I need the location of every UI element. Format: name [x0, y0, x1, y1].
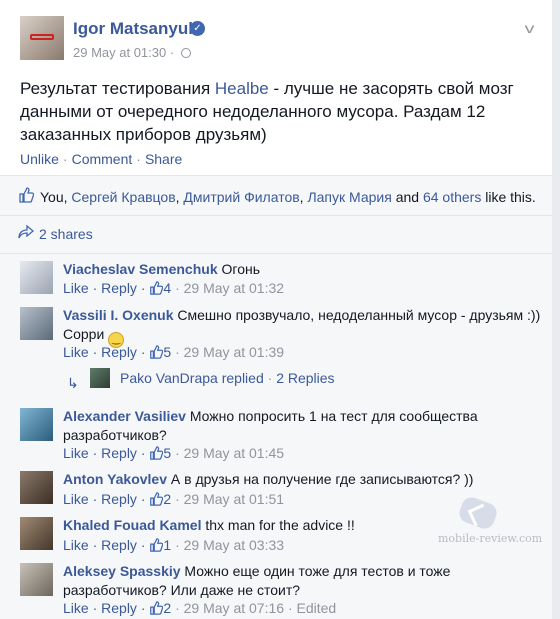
- comment-text: thx man for the advice !!: [205, 517, 355, 533]
- comment-avatar[interactable]: [20, 517, 53, 550]
- comment-text: Огонь: [221, 261, 261, 277]
- comment-like-button[interactable]: Like: [63, 600, 89, 616]
- likes-suffix: like this.: [485, 189, 536, 205]
- comment-body: Aleksey Spasskiy Можно еще один тоже для…: [63, 562, 483, 600]
- verified-badge-icon: ✓: [190, 21, 205, 36]
- comment-time[interactable]: 29 May at 07:16: [184, 600, 284, 616]
- replied-label: replied: [221, 370, 264, 386]
- thumbs-up-icon: [150, 345, 164, 359]
- reply-summary[interactable]: Pako VanDrapa replied · 2 Replies: [120, 370, 335, 386]
- commenter-name[interactable]: Aleksey Spasskiy: [63, 563, 181, 579]
- likes-you: You: [40, 189, 64, 205]
- thumbs-up-icon: [150, 446, 164, 460]
- thumbs-up-icon: [150, 281, 164, 295]
- comment-meta: Like · Reply · 5 · 29 May at 01:39: [63, 344, 285, 360]
- chevron-down-icon[interactable]: v: [525, 20, 535, 36]
- comment-time[interactable]: 29 May at 03:33: [184, 537, 284, 553]
- unlike-button[interactable]: Unlike: [20, 151, 59, 167]
- comment-button[interactable]: Comment: [72, 151, 133, 167]
- liker-link[interactable]: Дмитрий Филатов: [183, 189, 299, 205]
- comment-avatar[interactable]: [20, 408, 53, 441]
- post-actions: Unlike · Comment · Share: [20, 151, 182, 167]
- comment-reply-button[interactable]: Reply: [101, 445, 137, 461]
- replier-name[interactable]: Pako VanDrapa: [120, 370, 218, 386]
- post-date[interactable]: 29 May at 01:30: [73, 45, 166, 60]
- globe-icon: [180, 48, 191, 58]
- thumbs-up-icon: [150, 538, 164, 552]
- comment-like-button[interactable]: Like: [63, 445, 89, 461]
- separator: ·: [136, 151, 141, 167]
- author-name[interactable]: Igor Matsanyuk: [73, 19, 198, 39]
- post-text-part: Результат тестирования: [20, 79, 215, 98]
- watermark-text: mobile-review.com: [438, 532, 543, 545]
- comment-body: Vassili I. Oxenuk Смешно прозвучало, нед…: [63, 306, 543, 348]
- comment-like-count[interactable]: 2: [163, 491, 171, 507]
- post-text: Результат тестирования Healbe - лучше не…: [20, 77, 540, 146]
- commenter-name[interactable]: Alexander Vasiliev: [63, 408, 186, 424]
- comment-body: Alexander Vasiliev Можно попросить 1 на …: [63, 407, 483, 445]
- comment-text: А в друзья на получение где записываются…: [170, 471, 474, 487]
- post-date-line: 29 May at 01:30 ·: [73, 45, 191, 60]
- comment-reply-button[interactable]: Reply: [101, 600, 137, 616]
- comment-like-button[interactable]: Like: [63, 537, 89, 553]
- likes-and: and: [395, 189, 420, 205]
- comment-like-button[interactable]: Like: [63, 280, 89, 296]
- replies-count-link[interactable]: 2 Replies: [276, 370, 334, 386]
- comment-avatar[interactable]: [20, 261, 53, 294]
- comment-time[interactable]: 29 May at 01:45: [184, 445, 284, 461]
- date-separator: ·: [169, 45, 175, 60]
- comment-like-button[interactable]: Like: [63, 344, 89, 360]
- liker-link[interactable]: Лапук Мария: [307, 189, 391, 205]
- share-icon: [18, 224, 34, 239]
- author-avatar[interactable]: [20, 16, 64, 60]
- reply-arrow-icon: ↳: [67, 375, 79, 391]
- comment-like-count[interactable]: 5: [163, 445, 171, 461]
- comment-avatar[interactable]: [20, 471, 53, 504]
- shares-link[interactable]: 2 shares: [39, 226, 93, 242]
- comment-body: Viacheslav Semenchuk Огонь: [63, 260, 533, 279]
- comment-meta: Like · Reply · 4 · 29 May at 01:32: [63, 280, 285, 296]
- comment-time[interactable]: 29 May at 01:32: [184, 280, 284, 296]
- commenter-name[interactable]: Anton Yakovlev: [63, 471, 167, 487]
- liker-link[interactable]: Сергей Кравцов: [71, 189, 175, 205]
- post-card: Igor Matsanyuk ✓ 29 May at 01:30 · v Рез…: [0, 0, 552, 176]
- comment-like-count[interactable]: 5: [163, 344, 171, 360]
- comment-like-count[interactable]: 1: [163, 537, 171, 553]
- comment-avatar[interactable]: [20, 307, 53, 340]
- commenter-name[interactable]: Vassili I. Oxenuk: [63, 307, 174, 323]
- likes-summary: You, Сергей Кравцов, Дмитрий Филатов, Ла…: [40, 189, 536, 205]
- thumbs-up-icon: [19, 187, 34, 203]
- comment-reply-button[interactable]: Reply: [101, 537, 137, 553]
- comment-reply-button[interactable]: Reply: [101, 491, 137, 507]
- reply-avatar[interactable]: [90, 368, 110, 388]
- separator: ·: [62, 151, 68, 167]
- comment-meta: Like · Reply · 1 · 29 May at 03:33: [63, 537, 285, 553]
- healbe-link[interactable]: Healbe: [215, 79, 269, 98]
- edited-label[interactable]: Edited: [297, 600, 337, 616]
- separator: ·: [267, 370, 273, 386]
- comment-reply-button[interactable]: Reply: [101, 344, 137, 360]
- comment-avatar[interactable]: [20, 563, 53, 596]
- comment-body: Anton Yakovlev А в друзья на получение г…: [63, 470, 533, 489]
- likes-others-link[interactable]: 64 others: [423, 189, 481, 205]
- comment-like-count[interactable]: 4: [163, 280, 171, 296]
- thumbs-up-icon: [150, 601, 164, 615]
- comment-like-count[interactable]: 2: [163, 600, 171, 616]
- glasses-shape: [30, 34, 54, 40]
- comment-meta: Like · Reply · 2 · 29 May at 07:16 · Edi…: [63, 600, 337, 616]
- thumbs-up-icon: [150, 492, 164, 506]
- comment-like-button[interactable]: Like: [63, 491, 89, 507]
- comment-time[interactable]: 29 May at 01:39: [184, 344, 284, 360]
- comment-time[interactable]: 29 May at 01:51: [184, 491, 284, 507]
- commenter-name[interactable]: Viacheslav Semenchuk: [63, 261, 218, 277]
- comment-meta: Like · Reply · 5 · 29 May at 01:45: [63, 445, 285, 461]
- commenter-name[interactable]: Khaled Fouad Kamel: [63, 517, 201, 533]
- comment-meta: Like · Reply · 2 · 29 May at 01:51: [63, 491, 285, 507]
- comment-reply-button[interactable]: Reply: [101, 280, 137, 296]
- share-button[interactable]: Share: [145, 151, 182, 167]
